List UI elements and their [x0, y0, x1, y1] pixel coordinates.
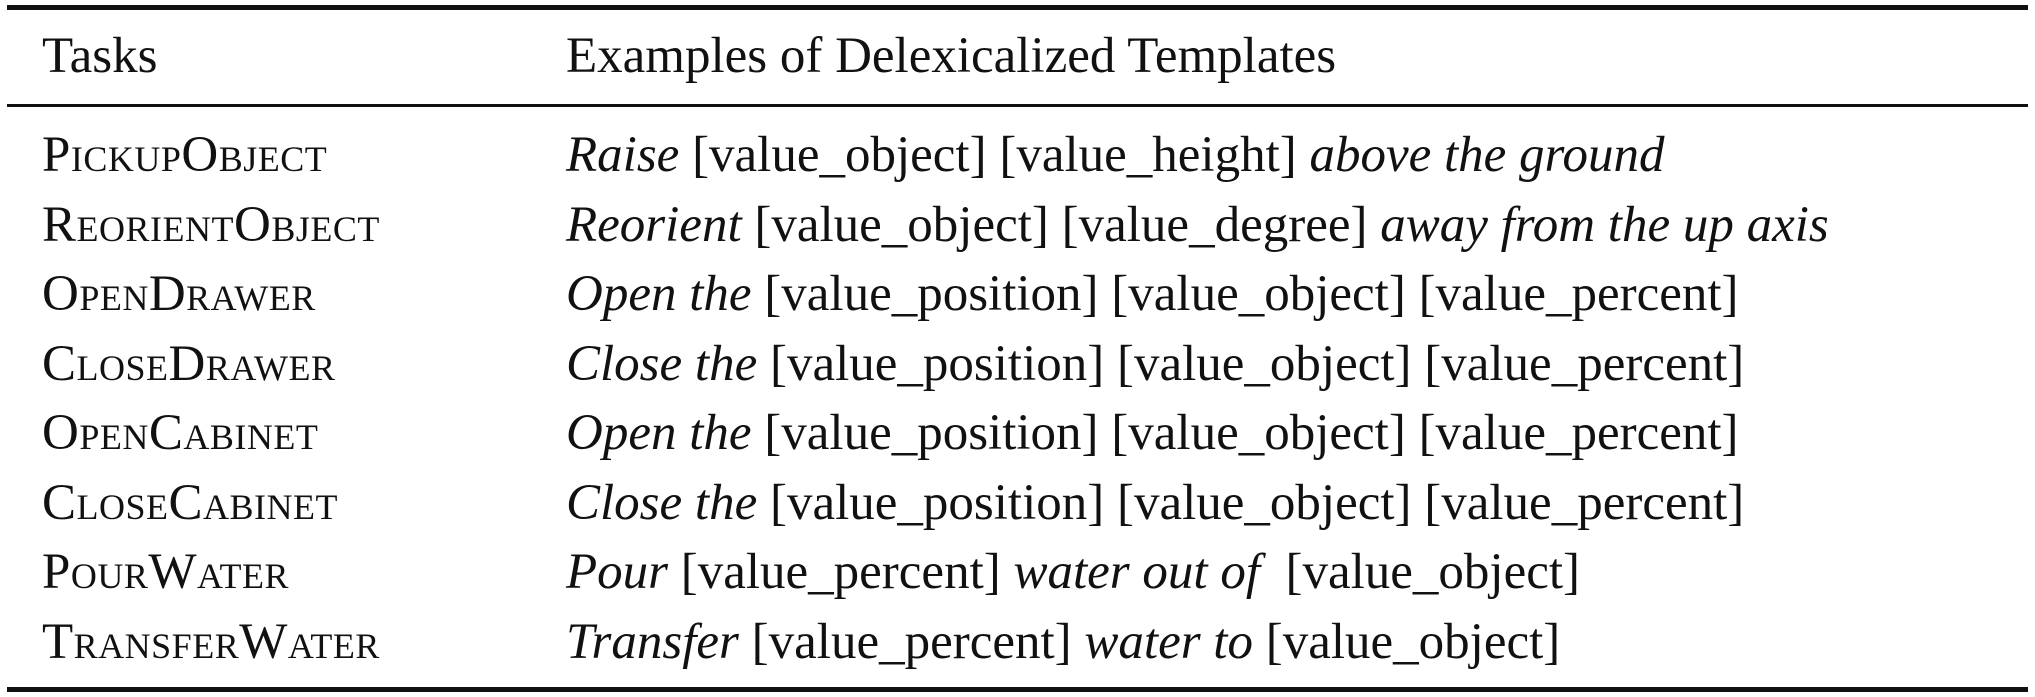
task-name: PourWater	[42, 542, 289, 602]
template-slots: [value_object] [value_height]	[679, 127, 1310, 183]
template-keyword: Open the	[566, 405, 752, 461]
header-tasks: Tasks	[42, 28, 158, 84]
task-name-text: PourWater	[42, 544, 290, 600]
template-keyword: Pour	[566, 544, 668, 600]
header-templates: Examples of Delexicalized Templates	[566, 28, 1337, 84]
template-cell: Transfer [value_percent] water to [value…	[566, 612, 1560, 672]
template-slots: [value_position] [value_object] [value_p…	[757, 475, 1745, 531]
task-name: CloseCabinet	[42, 473, 338, 533]
task-name: ReorientObject	[42, 195, 380, 255]
task-name: OpenCabinet	[42, 403, 318, 463]
task-name-text: ReorientObject	[42, 197, 380, 253]
task-name: OpenDrawer	[42, 264, 316, 324]
template-slots: [value_percent]	[668, 544, 1014, 600]
task-name-text: PickupObject	[42, 127, 328, 183]
template-keyword: water to	[1084, 614, 1253, 670]
task-name: PickupObject	[42, 125, 327, 185]
task-name-text: CloseDrawer	[42, 336, 336, 392]
task-name: TransferWater	[42, 612, 380, 672]
task-name-text: TransferWater	[42, 614, 380, 670]
header-rule	[7, 104, 2028, 107]
template-cell: Pour [value_percent] water out of [value…	[566, 542, 1580, 602]
template-cell: Close the [value_position] [value_object…	[566, 334, 1744, 394]
template-slots: [value_position] [value_object] [value_p…	[751, 405, 1739, 461]
template-cell: Open the [value_position] [value_object]…	[566, 264, 1739, 324]
template-keyword: Raise	[566, 127, 680, 183]
top-rule	[7, 5, 2028, 10]
template-slots: [value_position] [value_object] [value_p…	[751, 266, 1739, 322]
template-keyword: Open the	[566, 266, 752, 322]
template-slots: [value_percent]	[738, 614, 1085, 670]
task-name-text: OpenCabinet	[42, 405, 319, 461]
template-keyword: above the ground	[1309, 127, 1665, 183]
template-keyword: Close the	[566, 336, 758, 392]
template-slots: [value_object]	[1260, 544, 1581, 600]
task-name: CloseDrawer	[42, 334, 335, 394]
task-name-text: OpenDrawer	[42, 266, 316, 322]
template-slots: [value_object]	[1252, 614, 1561, 670]
template-keyword: Close the	[566, 475, 758, 531]
template-cell: Raise [value_object] [value_height] abov…	[566, 125, 1665, 185]
template-cell: Reorient [value_object] [value_degree] a…	[566, 195, 1829, 255]
bottom-rule	[7, 687, 2028, 692]
template-keyword: away from the up axis	[1380, 197, 1829, 253]
template-cell: Open the [value_position] [value_object]…	[566, 403, 1739, 463]
template-keyword: water out of	[1013, 544, 1260, 600]
template-slots: [value_object] [value_degree]	[741, 197, 1381, 253]
task-name-text: CloseCabinet	[42, 475, 339, 531]
template-slots: [value_position] [value_object] [value_p…	[757, 336, 1745, 392]
template-keyword: Transfer	[566, 614, 739, 670]
template-cell: Close the [value_position] [value_object…	[566, 473, 1744, 533]
template-keyword: Reorient	[566, 197, 742, 253]
